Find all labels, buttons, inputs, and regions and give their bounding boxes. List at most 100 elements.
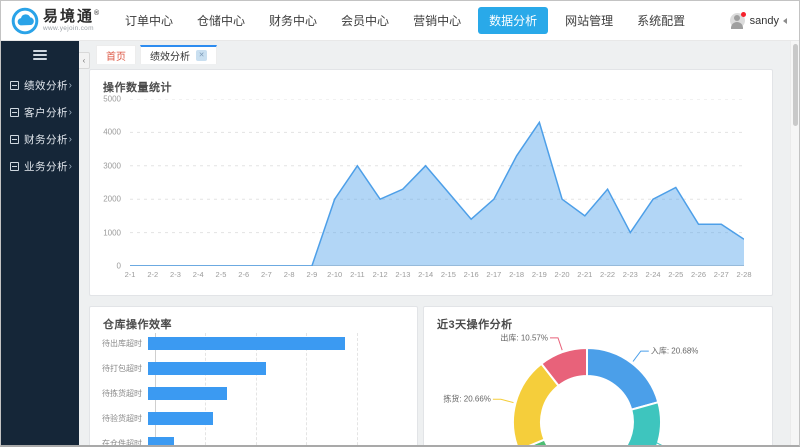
x-tick-label: 2-15 — [441, 270, 456, 279]
nav-item-member-center[interactable]: 会员中心 — [334, 7, 396, 34]
bar-track — [148, 387, 407, 400]
area-chart-x-axis: 2-12-22-32-42-52-62-72-82-92-102-112-122… — [130, 270, 744, 282]
bar-track — [148, 437, 407, 447]
bar-track — [148, 362, 407, 375]
bar-category-label: 待出库超时 — [102, 338, 148, 349]
panel-title: 仓库操作效率 — [90, 307, 417, 332]
pie-label: 出库: 10.57% — [500, 332, 548, 343]
bar-category-label: 在仓件超时 — [102, 438, 148, 447]
close-icon[interactable]: ✕ — [196, 50, 207, 61]
donut-chart: 入库: 20.68% 拣货: 20.66% 出库: 10.57% — [424, 321, 773, 447]
x-tick-label: 2-16 — [464, 270, 479, 279]
x-tick-label: 2-11 — [350, 270, 364, 279]
pie-label: 入库: 20.68% — [651, 346, 699, 357]
tab-home[interactable]: 首页 — [96, 45, 136, 64]
x-tick-label: 2-4 — [193, 270, 204, 279]
x-tick-label: 2-26 — [691, 270, 706, 279]
nav-item-finance-center[interactable]: 财务中心 — [262, 7, 324, 34]
tab-label: 首页 — [106, 48, 126, 63]
y-tick-label: 4000 — [103, 128, 121, 137]
nav-item-marketing-center[interactable]: 营销中心 — [406, 7, 468, 34]
area-chart: 010002000300040005000 2-12-22-32-42-52-6… — [98, 94, 764, 284]
doc-icon — [10, 135, 19, 144]
scrollbar-thumb[interactable] — [793, 44, 798, 126]
x-tick-label: 2-1 — [125, 270, 136, 279]
doc-icon — [10, 81, 19, 90]
x-tick-label: 2-27 — [714, 270, 729, 279]
x-tick-label: 2-2 — [147, 270, 158, 279]
y-tick-label: 2000 — [103, 195, 121, 204]
brand-name: 易境通® — [43, 9, 99, 24]
x-tick-label: 2-20 — [555, 270, 570, 279]
sidebar-collapse-handle[interactable]: ‹ — [79, 52, 90, 69]
app-window: 易境通® www.yejoin.com 订单中心 仓储中心 财务中心 会员中心 … — [0, 0, 800, 447]
brand-logo[interactable]: 易境通® www.yejoin.com — [11, 7, 107, 35]
scrollbar[interactable] — [790, 41, 799, 445]
x-tick-label: 2-17 — [486, 270, 501, 279]
x-tick-label: 2-25 — [668, 270, 683, 279]
bar-category-label: 待拣货超时 — [102, 388, 148, 399]
bar — [148, 412, 213, 425]
label-leader-line — [550, 338, 562, 350]
doc-icon — [10, 162, 19, 171]
area-chart-y-axis: 010002000300040005000 — [98, 99, 126, 266]
nav-item-data-analysis[interactable]: 数据分析 — [478, 7, 548, 34]
y-tick-label: 5000 — [103, 95, 121, 104]
bar-row: 在仓件超时 — [102, 431, 407, 447]
menu-toggle-icon[interactable] — [33, 50, 47, 60]
bar-row: 待出库超时 — [102, 331, 407, 356]
panel-title: 操作数量统计 — [90, 70, 772, 95]
nav-item-order-center[interactable]: 订单中心 — [118, 7, 180, 34]
sidebar-item-business[interactable]: 业务分析 › — [1, 153, 79, 180]
user-caret-icon — [783, 18, 787, 24]
x-tick-label: 2-18 — [509, 270, 524, 279]
x-tick-label: 2-14 — [418, 270, 433, 279]
x-tick-label: 2-22 — [600, 270, 615, 279]
x-tick-label: 2-13 — [395, 270, 410, 279]
bar-track — [148, 412, 407, 425]
x-tick-label: 2-10 — [327, 270, 342, 279]
tab-bar: 首页 绩效分析 ✕ — [96, 45, 221, 65]
donut-slice — [587, 348, 658, 410]
bar-row: 待验货超时 — [102, 406, 407, 431]
bar-category-label: 待验货超时 — [102, 413, 148, 424]
bar-row: 待拣货超时 — [102, 381, 407, 406]
x-tick-label: 2-3 — [170, 270, 181, 279]
tab-label: 绩效分析 — [150, 48, 190, 63]
user-name: sandy — [750, 15, 779, 27]
nav-item-system-config[interactable]: 系统配置 — [630, 7, 692, 34]
reg-mark: ® — [94, 10, 99, 17]
y-tick-label: 3000 — [103, 161, 121, 170]
bar — [148, 337, 345, 350]
chevron-right-icon: › — [69, 81, 72, 91]
x-tick-label: 2-23 — [623, 270, 638, 279]
y-tick-label: 1000 — [103, 228, 121, 237]
nav-item-warehouse-center[interactable]: 仓储中心 — [190, 7, 252, 34]
user-menu[interactable]: sandy — [730, 13, 787, 28]
bar — [148, 362, 266, 375]
sidebar-item-finance[interactable]: 财务分析 › — [1, 126, 79, 153]
tab-performance-analysis[interactable]: 绩效分析 ✕ — [140, 45, 217, 64]
panel-3day-operations: 近3天操作分析 入库: 20.68%拣货: 20.66%出库: 10.57% — [423, 306, 773, 447]
user-avatar-icon — [730, 13, 745, 28]
bar — [148, 387, 227, 400]
x-tick-label: 2-24 — [646, 270, 661, 279]
x-tick-label: 2-7 — [261, 270, 272, 279]
x-tick-label: 2-12 — [373, 270, 388, 279]
pie-label: 拣货: 20.66% — [443, 394, 491, 405]
chevron-right-icon: › — [69, 108, 72, 118]
x-tick-label: 2-5 — [216, 270, 227, 279]
notification-dot — [741, 12, 746, 17]
main-nav: 订单中心 仓储中心 财务中心 会员中心 营销中心 数据分析 网站管理 系统配置 — [113, 7, 697, 34]
top-navbar: 易境通® www.yejoin.com 订单中心 仓储中心 财务中心 会员中心 … — [1, 1, 799, 41]
x-tick-label: 2-8 — [284, 270, 295, 279]
sidebar-item-customer[interactable]: 客户分析 › — [1, 99, 79, 126]
nav-item-site-management[interactable]: 网站管理 — [558, 7, 620, 34]
bar-track — [148, 337, 407, 350]
donut-slice — [567, 402, 661, 447]
bar — [148, 437, 174, 447]
sidebar-item-label: 业务分析 — [24, 159, 68, 174]
sidebar-item-label: 客户分析 — [24, 105, 68, 120]
y-tick-label: 0 — [117, 262, 121, 271]
sidebar-item-performance[interactable]: 绩效分析 › — [1, 72, 79, 99]
